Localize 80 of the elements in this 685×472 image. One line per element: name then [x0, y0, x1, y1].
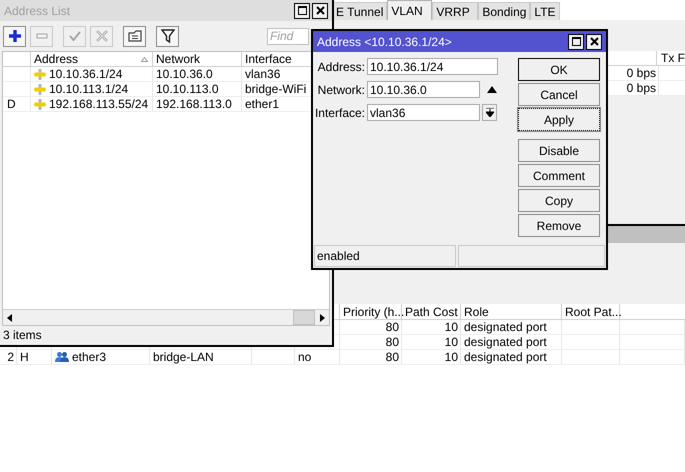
filter-icon — [160, 29, 174, 43]
down-arrow-icon — [486, 108, 494, 117]
close-icon — [590, 37, 598, 46]
address-icon — [34, 68, 46, 80]
scrollbar-thumb[interactable] — [293, 310, 315, 325]
table-cell: 0 bps — [626, 81, 656, 95]
input-field[interactable]: 10.10.36.0 — [367, 81, 480, 98]
input-field[interactable]: 10.10.36.1/24 — [367, 58, 498, 75]
table-cell-text: 80 — [386, 319, 399, 336]
column-header[interactable]: Network — [156, 52, 241, 66]
comment-button[interactable] — [123, 26, 146, 46]
find-field[interactable]: Find — [267, 28, 309, 44]
table-cell-text: H — [20, 349, 29, 366]
address-icon — [34, 98, 46, 110]
table-cell-text: 10.10.36.1/24 — [49, 66, 122, 83]
table-cell: 0 bps — [626, 66, 656, 80]
field-label: Interface: — [314, 104, 366, 122]
input-field[interactable]: vlan36 — [367, 104, 480, 121]
status-text: enabled — [314, 245, 456, 267]
table-cell: vlan36 — [245, 67, 280, 81]
table-cell-text: 192.168.113.55/24 — [49, 96, 148, 113]
filter-button[interactable] — [156, 26, 179, 46]
close-button[interactable] — [312, 2, 328, 18]
tab[interactable]: VLAN — [387, 0, 432, 20]
table-cell-text: 10.10.113.1/24 — [49, 81, 128, 98]
table-cell-text: 80 — [386, 334, 399, 351]
column-header[interactable]: Priority (h... — [340, 304, 402, 319]
dropdown-button[interactable] — [482, 104, 497, 121]
dialog-button[interactable]: Cancel — [518, 83, 600, 106]
address-icon — [34, 84, 46, 94]
tab[interactable]: VRRP — [432, 2, 478, 20]
users-icon — [55, 351, 69, 363]
table-cell-text: designated port — [464, 334, 547, 351]
up-triangle-icon — [487, 86, 497, 93]
table-cell-text: designated port — [464, 319, 547, 336]
table-cell: 10.10.36.0 — [156, 67, 213, 81]
table-cell-text: 2 — [7, 349, 14, 366]
window-title: Address List — [4, 2, 72, 20]
column-header[interactable]: Path Cost — [402, 304, 461, 319]
table-cell: 192.168.113.0 — [156, 97, 232, 111]
close-icon — [316, 6, 324, 15]
horizontal-scrollbar[interactable] — [3, 309, 329, 325]
tab[interactable]: Bonding — [478, 2, 530, 20]
maximize-button[interactable] — [568, 34, 584, 50]
maximize-icon — [572, 37, 580, 46]
x-icon — [94, 29, 108, 43]
dialog-button[interactable]: Disable — [518, 139, 600, 162]
tab[interactable]: LTE — [530, 2, 560, 20]
note-icon — [128, 29, 142, 43]
table-cell-text: designated port — [464, 349, 547, 366]
flag-label: D — [7, 97, 16, 111]
column-header[interactable]: Root Pat... — [562, 304, 620, 319]
tab[interactable]: E Tunnel — [332, 2, 388, 20]
table-cell-text: ether3 — [72, 349, 106, 366]
column-header[interactable]: Tx F — [657, 51, 685, 65]
table-cell: bridge-WiFi — [245, 82, 306, 96]
table-cell: 10.10.113.0 — [156, 82, 219, 96]
table-cell-text: 10 — [444, 319, 458, 336]
add-button[interactable] — [3, 26, 26, 46]
plus-icon — [8, 29, 22, 43]
dialog-button[interactable]: Apply — [518, 108, 600, 131]
check-icon — [68, 29, 82, 43]
maximize-icon — [298, 6, 306, 15]
table-cell-text: 80 — [386, 349, 399, 366]
window-title: Address <10.10.36.1/24> — [317, 34, 453, 50]
close-button[interactable] — [586, 34, 602, 50]
column-header[interactable]: Address — [34, 52, 141, 66]
maximize-button[interactable] — [294, 2, 310, 18]
dialog-button[interactable]: Comment — [518, 164, 600, 187]
table-cell-text: 10 — [444, 334, 458, 351]
status-text: 3 items — [3, 327, 42, 344]
table-cell-text: no — [298, 349, 312, 366]
field-label: Network: — [316, 82, 366, 98]
dialog-button[interactable]: OK — [518, 58, 600, 81]
dialog-button[interactable]: Copy — [518, 189, 600, 212]
table-cell-text: 10 — [444, 349, 458, 366]
column-header[interactable]: Role — [461, 304, 562, 319]
dialog-button[interactable]: Remove — [518, 214, 600, 237]
table-cell-text: bridge-LAN — [153, 349, 214, 366]
table-cell: ether1 — [245, 97, 280, 111]
